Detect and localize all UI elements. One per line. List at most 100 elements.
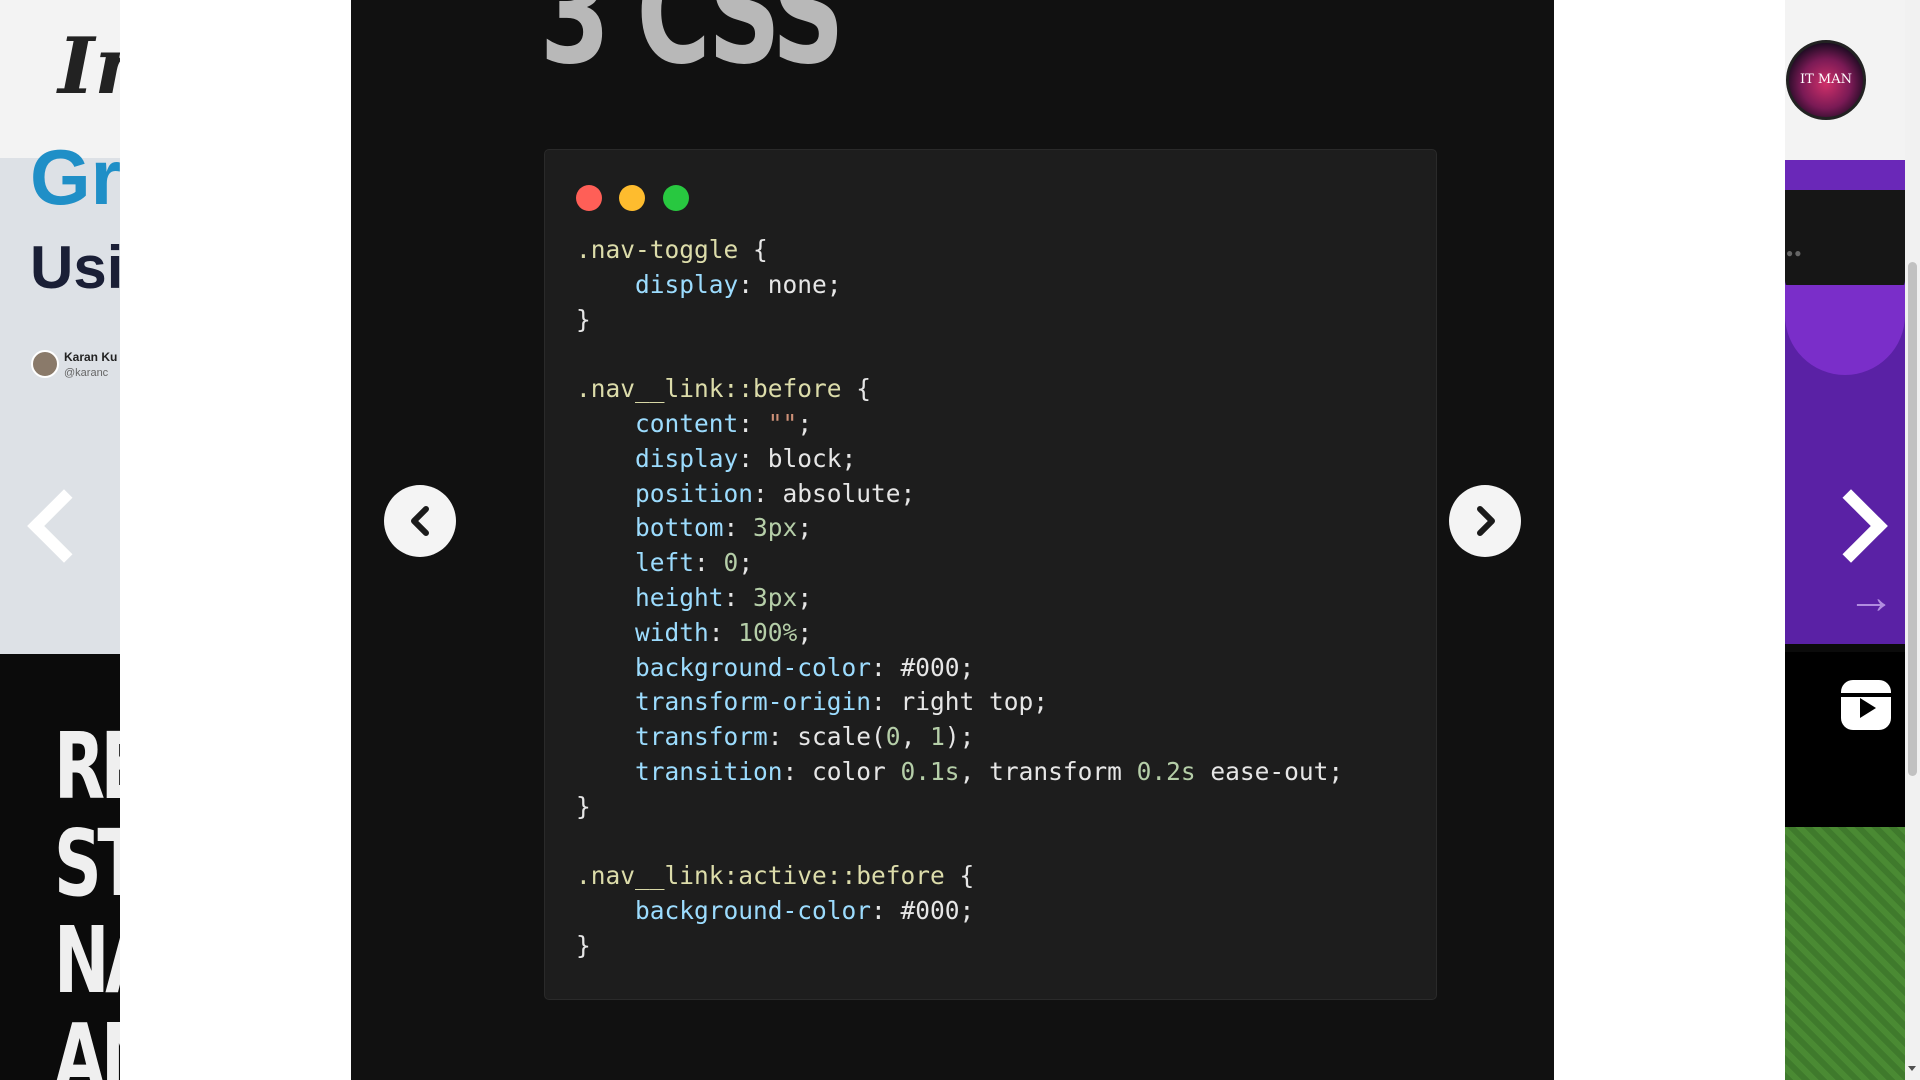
page-scrollbar[interactable]	[1905, 0, 1920, 1080]
reels-section	[1785, 652, 1905, 827]
code-token: transition	[635, 756, 783, 786]
code-line: .nav__link::before {	[576, 372, 1343, 407]
code-token: :	[723, 513, 754, 543]
code-line: width: 100%;	[576, 616, 1343, 651]
code-token: left	[635, 548, 695, 578]
code-line: }	[576, 790, 1343, 825]
code-token: display	[635, 269, 739, 299]
code-line: position: absolute;	[576, 477, 1343, 512]
code-token: }	[576, 791, 591, 821]
article-hero	[0, 158, 120, 654]
code-token: , transform	[959, 756, 1137, 786]
code-token: :	[738, 408, 768, 438]
code-token: ;	[797, 408, 813, 438]
previous-slide-button[interactable]	[384, 485, 456, 557]
banner-line: RE	[54, 713, 120, 820]
code-token: : #000;	[871, 652, 975, 682]
thumbnail-grass	[1785, 827, 1905, 1080]
code-line: background-color: #000;	[576, 894, 1343, 929]
code-token: ;	[738, 548, 754, 578]
code-token: : absolute;	[753, 478, 916, 508]
code-line: transform: scale(0, 1);	[576, 720, 1343, 755]
code-token: 3px	[753, 513, 798, 543]
code-token: background-color	[635, 652, 872, 682]
code-token: .nav__link::before	[576, 374, 842, 404]
code-token: : none;	[738, 269, 842, 299]
article-subheadline-fragment: Usi	[30, 234, 120, 301]
code-token: }	[576, 930, 591, 960]
author-handle: @karanc	[64, 367, 109, 379]
overlay-gutter-left[interactable]	[120, 0, 351, 1080]
code-token: : color	[782, 756, 901, 786]
thumbnail-window	[1785, 190, 1905, 290]
code-token: .nav__link:active::before	[576, 861, 945, 891]
code-token: 0.2s	[1136, 756, 1196, 786]
code-token: height	[635, 582, 724, 612]
code-token: {	[738, 235, 768, 264]
banner-line: AN	[54, 1004, 120, 1080]
code-token: :	[708, 617, 739, 647]
code-token: : right top;	[871, 687, 1049, 717]
chevron-right-icon	[1477, 506, 1495, 536]
code-token: );	[944, 722, 975, 752]
code-line: }	[576, 929, 1343, 964]
code-window: .nav-toggle { display: none;} .nav__link:…	[545, 150, 1436, 999]
code-token: width	[635, 617, 709, 647]
slide-title: 3 CSS	[540, 0, 844, 96]
window-minimize-dot	[619, 185, 645, 211]
code-line: .nav-toggle {	[576, 233, 1343, 268]
banner-text: RE ST NA AN	[54, 718, 120, 1080]
code-token: ;	[797, 582, 813, 612]
reels-icon[interactable]	[1841, 680, 1891, 730]
code-line: bottom: 3px;	[576, 511, 1343, 546]
code-token: 0	[885, 722, 901, 752]
channel-logo[interactable]: IT MAN	[1786, 40, 1866, 120]
code-token: 3px	[753, 582, 798, 612]
code-token: : #000;	[871, 896, 975, 926]
code-token: display	[635, 443, 739, 473]
code-token: 0	[723, 548, 739, 578]
code-token: content	[635, 408, 739, 438]
code-token: transform	[635, 722, 768, 752]
background-page-left: In Gr Usi Karan Ku @karanc RE ST NA AN	[0, 0, 120, 1080]
code-token: ""	[767, 408, 798, 438]
code-line: background-color: #000;	[576, 651, 1343, 686]
code-token: ease-out;	[1195, 756, 1344, 786]
arrow-right-icon: →	[1847, 571, 1895, 624]
code-token: 100%	[738, 617, 798, 647]
window-maximize-dot	[663, 185, 689, 211]
site-logo: In	[58, 21, 120, 112]
code-token: ;	[797, 513, 813, 543]
overlay-gutter-right[interactable]	[1554, 0, 1785, 1080]
code-token: position	[635, 478, 754, 508]
code-token: :	[723, 582, 754, 612]
code-token: ;	[797, 617, 813, 647]
code-token: bottom	[635, 513, 724, 543]
banner-line: NA	[54, 907, 120, 1014]
code-line: display: none;	[576, 268, 1343, 303]
thumbnail-strip	[1785, 160, 1905, 190]
code-line: }	[576, 303, 1343, 338]
banner-line: ST	[54, 810, 120, 917]
scroll-down-arrow-icon[interactable]	[1908, 1066, 1916, 1071]
next-slide-button[interactable]	[1449, 485, 1521, 557]
code-token: transform-origin	[635, 687, 872, 717]
code-line: display: block;	[576, 442, 1343, 477]
code-block: .nav-toggle { display: none;} .nav__link:…	[576, 233, 1343, 964]
code-token: : block;	[738, 443, 857, 473]
scrollbar-thumb[interactable]	[1908, 262, 1917, 776]
code-line: content: "";	[576, 407, 1343, 442]
code-line: .nav__link:active::before {	[576, 859, 1343, 894]
code-line: height: 3px;	[576, 581, 1343, 616]
